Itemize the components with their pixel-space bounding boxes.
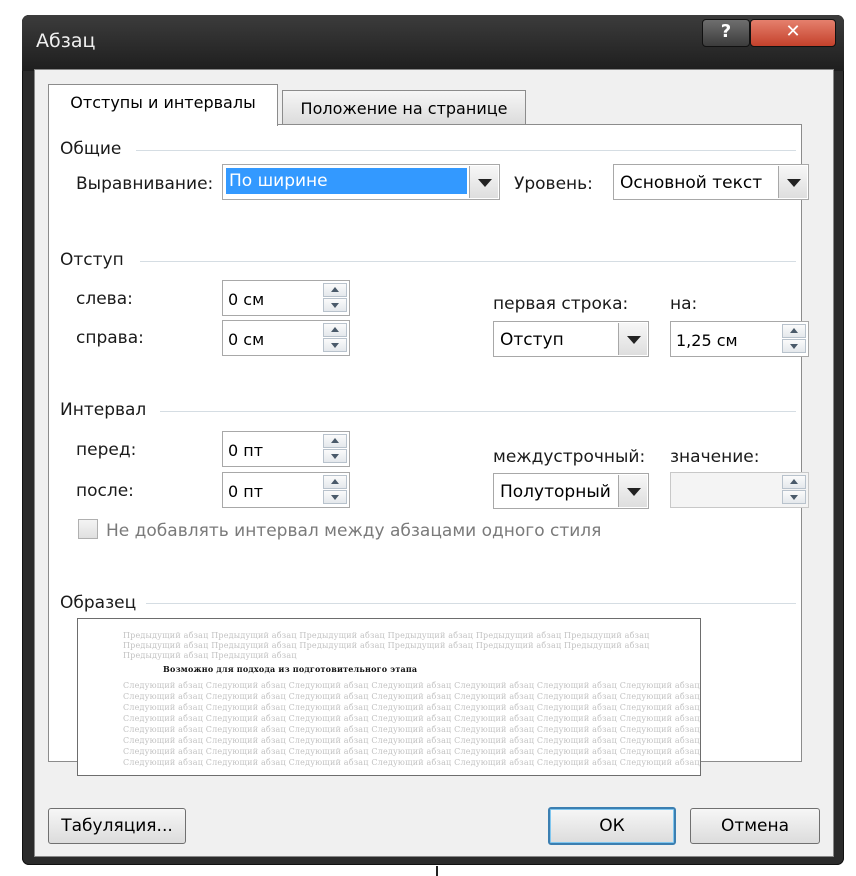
spacing-after-spinner[interactable]: 0 пт [222, 472, 350, 508]
preview-next-line: Следующий абзац Следующий абзац Следующи… [123, 714, 700, 723]
tab-line-and-page-breaks[interactable]: Положение на странице [282, 90, 526, 124]
chevron-down-icon[interactable] [618, 323, 647, 355]
preview-next-line: Следующий абзац Следующий абзац Следующи… [123, 725, 700, 734]
indent-right-value: 0 см [228, 330, 265, 349]
no-space-label[interactable]: Не добавлять интервал между абзацами одн… [106, 521, 601, 541]
spacing-before-value: 0 пт [228, 441, 264, 460]
tabs-button[interactable]: Табуляция... [48, 808, 186, 844]
spin-down-icon[interactable] [782, 339, 806, 353]
first-line-select[interactable]: Отступ [493, 321, 649, 357]
preview-previous-line: Предыдущий абзац Предыдущий абзац [123, 651, 297, 660]
indent-left-spinner[interactable]: 0 см [222, 280, 350, 316]
tab-indents-and-spacing[interactable]: Отступы и интервалы [48, 84, 278, 126]
first-line-label: первая строка: [493, 294, 629, 314]
spin-up-icon[interactable] [323, 283, 347, 297]
spacing-before-label: перед: [76, 440, 137, 460]
no-space-checkbox[interactable] [78, 519, 98, 539]
alignment-value: По ширине [226, 168, 467, 194]
first-line-value: Отступ [500, 330, 564, 350]
indent-left-label: слева: [76, 289, 133, 309]
spin-up-icon[interactable] [323, 434, 347, 448]
preview-previous-line: Предыдущий абзац Предыдущий абзац Предыд… [123, 631, 650, 640]
help-button[interactable]: ? [702, 19, 750, 47]
chevron-down-icon[interactable] [469, 166, 498, 198]
level-label: Уровень: [514, 174, 593, 194]
level-select[interactable]: Основной текст [613, 164, 809, 200]
preview-next-line: Следующий абзац Следующий абзац Следующи… [123, 747, 700, 756]
spin-up-icon [782, 475, 806, 489]
alignment-label: Выравнивание: [76, 174, 214, 194]
level-value: Основной текст [620, 173, 763, 193]
section-divider [140, 261, 796, 262]
indent-by-spinner[interactable]: 1,25 см [670, 321, 809, 357]
indent-by-label: на: [670, 294, 698, 314]
section-general-title: Общие [60, 139, 122, 159]
close-button[interactable]: ✕ [750, 19, 836, 47]
spin-up-icon[interactable] [323, 475, 347, 489]
line-spacing-label: междустрочный: [493, 447, 646, 467]
window-title: Абзац [36, 30, 96, 52]
spacing-before-spinner[interactable]: 0 пт [222, 431, 350, 467]
cancel-button[interactable]: Отмена [690, 808, 820, 844]
chevron-down-icon[interactable] [618, 475, 647, 507]
indent-right-label: справа: [76, 328, 144, 348]
preview-next-line: Следующий абзац Следующий абзац Следующи… [123, 681, 700, 690]
preview-next-line: Следующий абзац Следующий абзац Следующи… [123, 758, 700, 767]
preview-next-line: Следующий абзац Следующий абзац Следующи… [123, 692, 700, 701]
preview-previous-line: Предыдущий абзац Предыдущий абзац Предыд… [123, 641, 650, 650]
indent-left-value: 0 см [228, 290, 265, 309]
chevron-down-icon[interactable] [778, 166, 807, 198]
spin-down-icon[interactable] [323, 449, 347, 463]
background-mark [436, 866, 438, 876]
section-spacing-title: Интервал [60, 400, 147, 420]
spin-up-icon[interactable] [323, 323, 347, 337]
preview-next-line: Следующий абзац Следующий абзац Следующи… [123, 703, 700, 712]
spin-down-icon[interactable] [323, 490, 347, 504]
section-divider [136, 150, 796, 151]
ok-button[interactable]: ОК [548, 807, 676, 845]
spacing-value-label: значение: [670, 447, 760, 467]
section-divider [146, 603, 796, 604]
section-divider [160, 411, 796, 412]
line-spacing-select[interactable]: Полуторный [493, 473, 649, 509]
spin-down-icon[interactable] [323, 298, 347, 312]
section-indent-title: Отступ [60, 250, 124, 270]
title-bar[interactable]: Абзац ? ✕ [22, 15, 844, 71]
preview-current-line: Возможно для подхода из подготовительног… [163, 664, 418, 674]
spacing-value-spinner [670, 472, 809, 508]
line-spacing-value: Полуторный [500, 482, 611, 502]
spin-down-icon[interactable] [323, 338, 347, 352]
spacing-after-label: после: [76, 481, 134, 501]
preview-next-line: Следующий абзац Следующий абзац Следующи… [123, 736, 700, 745]
indent-right-spinner[interactable]: 0 см [222, 320, 350, 356]
preview-box: Предыдущий абзац Предыдущий абзац Предыд… [77, 618, 701, 776]
indent-by-value: 1,25 см [676, 331, 738, 350]
spacing-after-value: 0 пт [228, 482, 264, 501]
alignment-select[interactable]: По ширине [222, 164, 500, 200]
section-preview-title: Образец [60, 593, 137, 613]
spin-down-icon [782, 490, 806, 504]
spin-up-icon[interactable] [782, 324, 806, 338]
